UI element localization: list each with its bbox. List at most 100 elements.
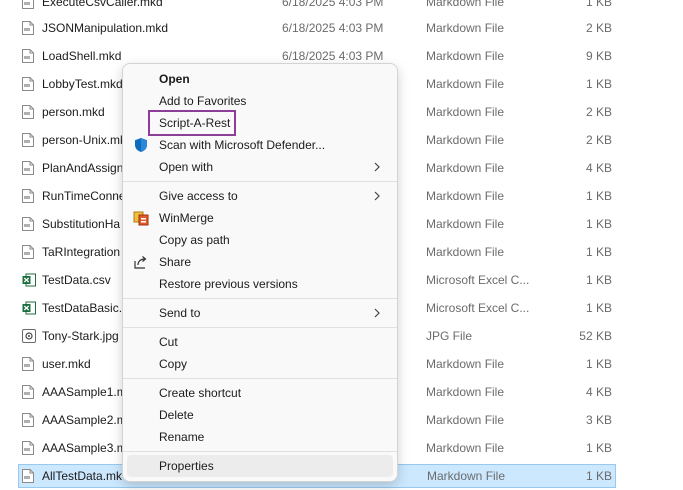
file-type: Markdown File (426, 413, 505, 427)
menu-item-label: Share (159, 255, 192, 269)
chevron-right-icon (373, 307, 381, 319)
file-name: RunTimeConne (42, 189, 126, 203)
menu-item-cut[interactable]: Cut (127, 331, 393, 353)
menu-item-label: Copy as path (159, 233, 230, 247)
share-icon (133, 254, 149, 270)
menu-item-label: Send to (159, 306, 201, 320)
file-size: 1 KB (585, 189, 612, 203)
menu-item-label: Copy (159, 357, 188, 371)
file-type: JPG File (426, 329, 473, 343)
winmerge-icon (133, 210, 149, 226)
menu-separator (123, 298, 397, 299)
menu-item-label: Scan with Microsoft Defender... (159, 138, 326, 152)
mkd-file-icon (22, 77, 34, 91)
menu-item-rename[interactable]: Rename (127, 426, 393, 448)
menu-item-label: Properties (159, 459, 214, 473)
file-name: person.mkd (42, 105, 105, 119)
mkd-file-icon (22, 161, 34, 175)
file-name: SubstitutionHa (42, 217, 121, 231)
menu-item-scan-defender[interactable]: Scan with Microsoft Defender... (127, 134, 393, 156)
menu-item-label: Rename (159, 430, 205, 444)
file-name: TestData.csv (42, 273, 111, 287)
file-size: 1 KB (585, 469, 612, 483)
file-row[interactable]: ExecuteCsvCaller.mkd 6/18/2025 4:03 PM M… (18, 0, 616, 14)
file-type: Markdown File (426, 21, 505, 35)
file-name: ExecuteCsvCaller.mkd (42, 0, 163, 9)
defender-shield-icon (133, 137, 149, 153)
menu-item-share[interactable]: Share (127, 251, 393, 273)
menu-item-label: Add to Favorites (159, 94, 247, 108)
mkd-file-icon (22, 133, 34, 147)
menu-item-label: Open with (159, 160, 214, 174)
mkd-file-icon (22, 245, 34, 259)
file-name: TestDataBasic.c (42, 301, 129, 315)
mkd-file-icon (22, 0, 34, 9)
menu-item-label: Cut (159, 335, 178, 349)
file-row[interactable]: JSONManipulation.mkd 6/18/2025 4:03 PM M… (18, 16, 616, 40)
file-name: LoadShell.mkd (42, 49, 122, 63)
file-size: 1 KB (585, 273, 612, 287)
chevron-right-icon (373, 190, 381, 202)
file-size: 52 KB (579, 329, 612, 343)
context-menu: Open Add to Favorites Script-A-Rest Scan… (122, 63, 398, 482)
file-type: Markdown File (426, 77, 505, 91)
mkd-file-icon (22, 413, 34, 427)
file-size: 2 KB (585, 105, 612, 119)
mkd-file-icon (22, 441, 34, 455)
file-size: 1 KB (585, 245, 612, 259)
file-name: LobbyTest.mkd (42, 77, 123, 91)
menu-item-delete[interactable]: Delete (127, 404, 393, 426)
file-type: Markdown File (427, 469, 506, 483)
file-name: AAASample1.m (42, 385, 127, 399)
excel-file-icon (22, 273, 36, 287)
menu-item-copy-as-path[interactable]: Copy as path (127, 229, 393, 251)
image-file-icon (22, 329, 36, 343)
file-size: 1 KB (585, 441, 612, 455)
file-type: Markdown File (426, 217, 505, 231)
file-size: 1 KB (585, 301, 612, 315)
file-type: Markdown File (426, 49, 505, 63)
menu-separator (123, 327, 397, 328)
menu-item-open[interactable]: Open (127, 68, 393, 90)
menu-item-create-shortcut[interactable]: Create shortcut (127, 382, 393, 404)
menu-item-label: Create shortcut (159, 386, 242, 400)
menu-item-properties[interactable]: Properties (127, 455, 393, 477)
file-type: Markdown File (426, 105, 505, 119)
menu-item-open-with[interactable]: Open with (127, 156, 393, 178)
menu-item-add-to-favorites[interactable]: Add to Favorites (127, 90, 393, 112)
menu-item-restore-previous[interactable]: Restore previous versions (127, 273, 393, 295)
file-size: 1 KB (585, 217, 612, 231)
file-name: AAASample3.m (42, 441, 127, 455)
file-type: Microsoft Excel C... (426, 301, 530, 315)
file-name: person-Unix.mkd (42, 133, 133, 147)
file-name: PlanAndAssign (42, 161, 124, 175)
menu-item-winmerge[interactable]: WinMerge (127, 207, 393, 229)
file-size: 1 KB (585, 0, 612, 9)
file-date: 6/18/2025 4:03 PM (282, 49, 384, 63)
file-type: Markdown File (426, 357, 505, 371)
file-size: 2 KB (585, 133, 612, 147)
menu-item-give-access[interactable]: Give access to (127, 185, 393, 207)
file-size: 4 KB (585, 161, 612, 175)
mkd-file-icon (22, 217, 34, 231)
menu-item-label: Restore previous versions (159, 277, 298, 291)
file-size: 9 KB (585, 49, 612, 63)
file-name: Tony-Stark.jpg (42, 329, 119, 343)
menu-item-send-to[interactable]: Send to (127, 302, 393, 324)
file-type: Markdown File (426, 133, 505, 147)
menu-item-label: Give access to (159, 189, 238, 203)
menu-item-label: Delete (159, 408, 194, 422)
file-size: 4 KB (585, 385, 612, 399)
excel-file-icon (22, 301, 36, 315)
file-name: AAASample2.m (42, 413, 127, 427)
highlight-box (148, 110, 236, 136)
menu-item-copy[interactable]: Copy (127, 353, 393, 375)
menu-item-label: Open (159, 72, 190, 86)
mkd-file-icon (22, 385, 34, 399)
menu-separator (123, 378, 397, 379)
chevron-right-icon (373, 161, 381, 173)
file-type: Markdown File (426, 0, 505, 9)
file-type: Markdown File (426, 441, 505, 455)
menu-separator (123, 451, 397, 452)
file-name: user.mkd (42, 357, 91, 371)
